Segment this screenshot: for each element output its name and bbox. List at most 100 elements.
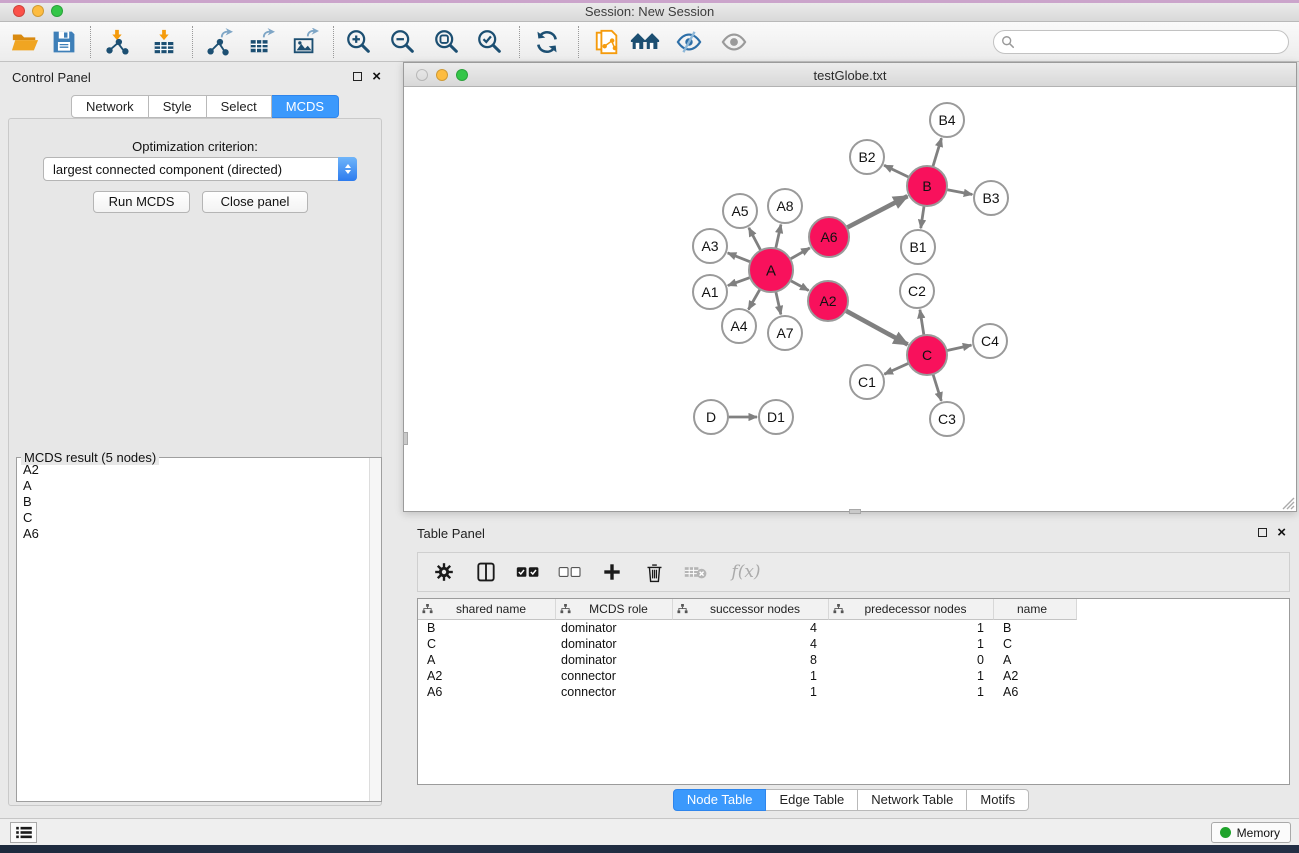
hide-graphics-button[interactable] [674, 27, 704, 57]
save-session-button[interactable] [49, 27, 79, 57]
graph-edge-C-C4[interactable] [947, 345, 972, 351]
graph-node-label-A2: A2 [819, 293, 836, 309]
graph-edge-B-B2[interactable] [884, 165, 909, 177]
save-icon [51, 29, 77, 55]
dropdown-stepper-icon [338, 157, 357, 181]
graph-edge-A-A4[interactable] [748, 289, 760, 309]
graph-edge-B-B3[interactable] [947, 190, 973, 195]
table-panel-title: Table Panel [417, 526, 485, 541]
column-type-icon [677, 604, 688, 615]
tab-mcds[interactable]: MCDS [272, 95, 339, 118]
network-vscroll-thumb[interactable] [403, 432, 408, 445]
mcds-result-item[interactable]: A2 [23, 462, 369, 478]
tab-edge-table[interactable]: Edge Table [766, 789, 858, 811]
table-row[interactable]: A6 connector 1 1 A6 [418, 684, 1289, 700]
create-column-button[interactable] [598, 558, 626, 586]
function-builder-button[interactable]: f(x) [724, 558, 768, 586]
search-input[interactable] [1019, 35, 1288, 49]
mcds-result-item[interactable]: A6 [23, 526, 369, 542]
graph-edge-A6-B[interactable] [847, 196, 908, 228]
graph-edge-C-C1[interactable] [884, 363, 908, 374]
mcds-result-scrollbar[interactable] [369, 458, 381, 801]
graph-edge-A-A1[interactable] [728, 277, 750, 285]
float-panel-icon[interactable] [353, 72, 362, 81]
memory-label: Memory [1237, 826, 1280, 840]
zoom-out-button[interactable] [388, 27, 418, 57]
graph-node-label-A3: A3 [701, 238, 718, 254]
graph-edge-B-B1[interactable] [921, 206, 924, 228]
graph-node-label-A4: A4 [730, 318, 747, 334]
graph-node-label-A: A [766, 262, 776, 279]
zoom-fit-button[interactable] [432, 27, 462, 57]
open-session-button[interactable] [10, 27, 40, 57]
tab-node-table[interactable]: Node Table [673, 789, 767, 811]
graph-edge-B-B4[interactable] [933, 138, 942, 167]
graph-edge-C-C3[interactable] [933, 374, 941, 401]
delete-column-button[interactable] [640, 558, 668, 586]
zoom-selected-button[interactable] [475, 27, 505, 57]
network-file-button[interactable] [592, 27, 622, 57]
run-mcds-button[interactable]: Run MCDS [93, 191, 190, 213]
export-image-button[interactable] [290, 27, 320, 57]
graph-node-label-B: B [922, 178, 931, 194]
graph-edge-A-A7[interactable] [776, 291, 781, 314]
table-row[interactable]: C dominator 4 1 C [418, 636, 1289, 652]
graph-node-label-A7: A7 [776, 325, 793, 341]
resize-grip[interactable] [1281, 496, 1295, 510]
table-float-panel-icon[interactable] [1258, 528, 1267, 537]
tab-network[interactable]: Network [71, 95, 149, 118]
network-canvas[interactable]: AA1A2A3A4A5A6A7A8BB1B2B3B4CC1C2C3C4DD1 [404, 87, 1296, 511]
zoom-in-button[interactable] [344, 27, 374, 57]
network-window-titlebar[interactable]: testGlobe.txt [404, 63, 1296, 87]
refresh-button[interactable] [532, 27, 562, 57]
close-panel-icon[interactable]: × [372, 72, 381, 81]
table-settings-button[interactable] [430, 558, 458, 586]
table-row[interactable]: A2 connector 1 1 A2 [418, 668, 1289, 684]
task-history-button[interactable] [10, 822, 37, 843]
checked-boxes-icon [516, 565, 540, 579]
control-panel-title: Control Panel [12, 70, 91, 85]
search-field[interactable] [993, 30, 1289, 54]
column-header-shared-name[interactable]: shared name [418, 599, 556, 620]
tab-style[interactable]: Style [149, 95, 207, 118]
tab-network-table[interactable]: Network Table [858, 789, 967, 811]
table-row[interactable]: A dominator 8 0 A [418, 652, 1289, 668]
graph-edge-A2-C[interactable] [846, 311, 908, 345]
graph-edge-C-C2[interactable] [920, 310, 924, 335]
mcds-result-item[interactable]: A [23, 478, 369, 494]
session-title: Session: New Session [0, 4, 1299, 19]
export-network-icon [205, 28, 233, 56]
table-close-panel-icon[interactable]: × [1277, 528, 1286, 537]
zoom-fit-icon [433, 28, 461, 56]
graph-edge-A-A3[interactable] [728, 253, 751, 262]
tab-select[interactable]: Select [207, 95, 272, 118]
column-header-successor-nodes[interactable]: successor nodes [673, 599, 829, 620]
column-header-predecessor-nodes[interactable]: predecessor nodes [829, 599, 994, 620]
import-table-button[interactable] [149, 27, 179, 57]
graph-edge-A-A5[interactable] [749, 228, 761, 251]
column-header-mcds-role[interactable]: MCDS role [556, 599, 673, 620]
show-graphics-button[interactable] [719, 27, 749, 57]
graph-edge-A-A6[interactable] [790, 248, 810, 259]
criterion-dropdown[interactable]: largest connected component (directed) [43, 157, 357, 181]
graph-edge-A-A2[interactable] [790, 281, 808, 291]
export-table-button[interactable] [246, 27, 276, 57]
unselect-all-columns-button[interactable] [556, 558, 584, 586]
zoom-in-icon [345, 28, 373, 56]
show-columns-button[interactable] [472, 558, 500, 586]
export-network-button[interactable] [204, 27, 234, 57]
select-all-columns-button[interactable] [514, 558, 542, 586]
memory-button[interactable]: Memory [1211, 822, 1291, 843]
close-panel-button[interactable]: Close panel [202, 191, 308, 213]
mcds-result-item[interactable]: C [23, 510, 369, 526]
import-network-button[interactable] [102, 27, 132, 57]
table-row[interactable]: B dominator 4 1 B [418, 620, 1289, 636]
network-hscroll-thumb[interactable] [849, 509, 861, 514]
mcds-result-item[interactable]: B [23, 494, 369, 510]
graph-edge-A-A8[interactable] [776, 225, 781, 249]
home-views-button[interactable] [630, 27, 660, 57]
tab-motifs[interactable]: Motifs [967, 789, 1029, 811]
column-header-name[interactable]: name [994, 599, 1077, 620]
toolbar-separator [333, 26, 334, 58]
delete-table-button[interactable] [682, 558, 710, 586]
